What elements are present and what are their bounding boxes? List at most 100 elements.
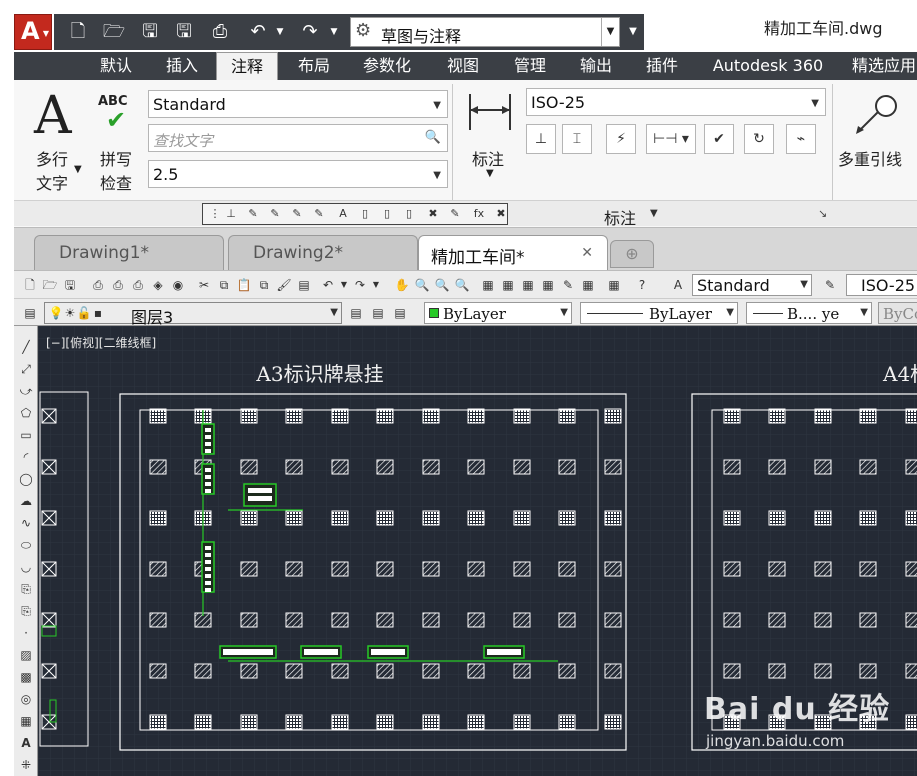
multiline-text-icon[interactable]: A [17, 734, 35, 752]
save-icon[interactable]: 🖫 [138, 21, 162, 43]
calculator-icon[interactable]: ▦ [606, 277, 622, 293]
ribbon-tab-insert[interactable]: 插入 [154, 52, 210, 80]
find-replace-icon[interactable]: 🔍 [425, 130, 441, 145]
zoom-realtime-icon[interactable]: 🔍 [414, 277, 430, 293]
markup-icon[interactable]: ✎ [560, 277, 576, 293]
close-icon[interactable]: ✖ [491, 207, 511, 223]
redo-dropdown-icon[interactable]: ▼ [322, 21, 346, 43]
text-scale-icon[interactable]: ✎ [265, 207, 285, 223]
text-frame-icon[interactable]: A [333, 207, 353, 223]
linetype-select[interactable]: ByLayer ▼ [580, 302, 738, 324]
dim-jog-icon[interactable]: ⌁ [786, 124, 816, 154]
spline-icon[interactable]: ∿ [17, 514, 35, 532]
dim-style-select[interactable]: ISO-25 ▼ [526, 88, 826, 116]
layer-state-icon[interactable]: ▤ [392, 305, 408, 321]
make-block-icon[interactable]: ⎘ [17, 602, 35, 620]
doc-tab-active[interactable]: 精加工车间* ✕ [418, 235, 608, 270]
dimension-panel-title[interactable]: 标注 [604, 205, 636, 229]
ribbon-tab-parametric[interactable]: 参数化 [352, 52, 422, 80]
rectangle-icon[interactable]: ▭ [17, 426, 35, 444]
ribbon-tab-layout[interactable]: 布局 [286, 52, 342, 80]
polygon-icon[interactable]: ⬠ [17, 404, 35, 422]
plot-icon[interactable]: ⎙ [208, 21, 232, 43]
dim-break-icon[interactable]: ⚡ [606, 124, 636, 154]
text-delete-icon[interactable]: ✖ [423, 207, 443, 223]
multiline-text-icon[interactable]: A [34, 86, 72, 146]
chevron-down-icon[interactable]: ▼ [74, 164, 82, 175]
layer-previous-icon[interactable]: ▤ [370, 305, 386, 321]
dim-continue-icon[interactable]: ⊢⊣ ▾ [646, 124, 696, 154]
gradient-icon[interactable]: ▩ [17, 668, 35, 686]
pan-icon[interactable]: ✋ [394, 277, 410, 293]
ribbon-tab-output[interactable]: 输出 [566, 52, 626, 80]
text-style-toolbar-select[interactable]: Standard ▼ [692, 274, 812, 296]
undo-dropdown-icon[interactable]: ▼ [268, 21, 292, 43]
construction-line-icon[interactable]: ⤢ [17, 360, 35, 378]
text-convert-icon[interactable]: ▯ [377, 207, 397, 223]
paste-icon[interactable]: 📋 [236, 277, 252, 293]
undo-dropdown-icon[interactable]: ▼ [336, 277, 352, 293]
undo-icon[interactable]: ↶ [320, 277, 336, 293]
multileader-icon[interactable] [852, 92, 902, 138]
zoom-previous-icon[interactable]: 🔍 [454, 277, 470, 293]
dim-space-icon[interactable]: ⌶ [562, 124, 592, 154]
properties-icon[interactable]: ▦ [480, 277, 496, 293]
revision-cloud-icon[interactable]: ☁ [17, 492, 35, 510]
line-icon[interactable]: ╱ [17, 338, 35, 356]
cut-icon[interactable]: ✂ [196, 277, 212, 293]
layer-select[interactable]: 图层3 ▼ [44, 302, 342, 327]
save-as-icon[interactable]: 🖫 [172, 21, 196, 43]
viewport-controls[interactable]: [−][俯视][二维线框] [46, 334, 156, 351]
redo-dropdown-icon[interactable]: ▼ [368, 277, 384, 293]
dimension-label[interactable]: 标注 [472, 146, 504, 170]
dimension-icon[interactable] [466, 90, 516, 136]
open-file-icon[interactable]: 🗁 [42, 277, 58, 293]
new-tab-button[interactable]: ⊕ [610, 240, 654, 268]
ribbon-tab-featured-apps[interactable]: 精选应用 [852, 52, 917, 80]
block-editor-icon[interactable]: ▤ [296, 277, 312, 293]
text-align-icon[interactable]: ⊥ [221, 207, 241, 223]
text-find-icon[interactable]: ✎ [445, 207, 465, 223]
drawing-canvas[interactable]: ╱ ⤢ ⤻ ⬠ ▭ ◜ ◯ ☁ ∿ ⬭ ◡ ⎘ ⎘ · ▨ ▩ ◎ ▦ A ⁜ [14, 326, 917, 776]
make-current-icon[interactable]: ▤ [348, 305, 364, 321]
redo-icon[interactable]: ↷ [352, 277, 368, 293]
dim-inspect-icon[interactable]: ✔ [704, 124, 734, 154]
insert-block-icon[interactable]: ⎘ [17, 580, 35, 598]
multiline-text-label-2[interactable]: 文字 [36, 170, 68, 194]
ribbon-tab-plugins[interactable]: 插件 [632, 52, 692, 80]
text-edit-icon[interactable]: ✎ [243, 207, 263, 223]
find-text-input[interactable]: 查找文字 🔍 [148, 124, 448, 152]
doc-tab-drawing1[interactable]: Drawing1* [34, 235, 224, 270]
arc-icon[interactable]: ◜ [17, 448, 35, 466]
ribbon-tab-home[interactable]: 默认 [88, 52, 144, 80]
text-justify-icon[interactable]: ✎ [287, 207, 307, 223]
dim-baseline-icon[interactable]: ⊥ [526, 124, 556, 154]
spell-check-label-1[interactable]: 拼写 [100, 146, 132, 170]
circle-icon[interactable]: ◯ [17, 470, 35, 488]
close-icon[interactable]: ✕ [581, 245, 593, 261]
customize-qat-icon[interactable]: ▼ [624, 19, 642, 45]
multiline-text-label-1[interactable]: 多行 [36, 146, 68, 170]
plot-style-select[interactable]: ByCo [878, 302, 917, 324]
plot-preview-icon[interactable]: ⎙ [110, 277, 126, 293]
lineweight-select[interactable]: B.... ye ▼ [746, 302, 872, 324]
dim-style-toolbar-select[interactable]: ISO-25 [846, 274, 917, 296]
tool-palettes-icon[interactable]: ▦ [520, 277, 536, 293]
ribbon-tab-autodesk360[interactable]: Autodesk 360 [702, 52, 834, 80]
add-selected-icon[interactable]: ⁜ [17, 756, 35, 774]
text-style-icon[interactable]: A [670, 277, 686, 293]
text-style-select[interactable]: Standard ▼ [148, 90, 448, 118]
chevron-down-icon[interactable]: ▼ [650, 208, 658, 219]
paste-special-icon[interactable]: ⧉ [256, 277, 272, 293]
undo-icon[interactable]: ↶ [246, 21, 270, 43]
polyline-icon[interactable]: ⤻ [17, 382, 35, 400]
layer-properties-icon[interactable]: ▤ [22, 305, 38, 321]
plot-icon[interactable]: ⎙ [90, 277, 106, 293]
ellipse-arc-icon[interactable]: ◡ [17, 558, 35, 576]
3d-print-icon[interactable]: ◈ [150, 277, 166, 293]
sheet-set-icon[interactable]: ▦ [540, 277, 556, 293]
ribbon-tab-view[interactable]: 视图 [432, 52, 494, 80]
text-height-select[interactable]: 2.5 ▼ [148, 160, 448, 188]
redo-icon[interactable]: ↷ [298, 21, 322, 43]
zoom-window-icon[interactable]: 🔍 [434, 277, 450, 293]
